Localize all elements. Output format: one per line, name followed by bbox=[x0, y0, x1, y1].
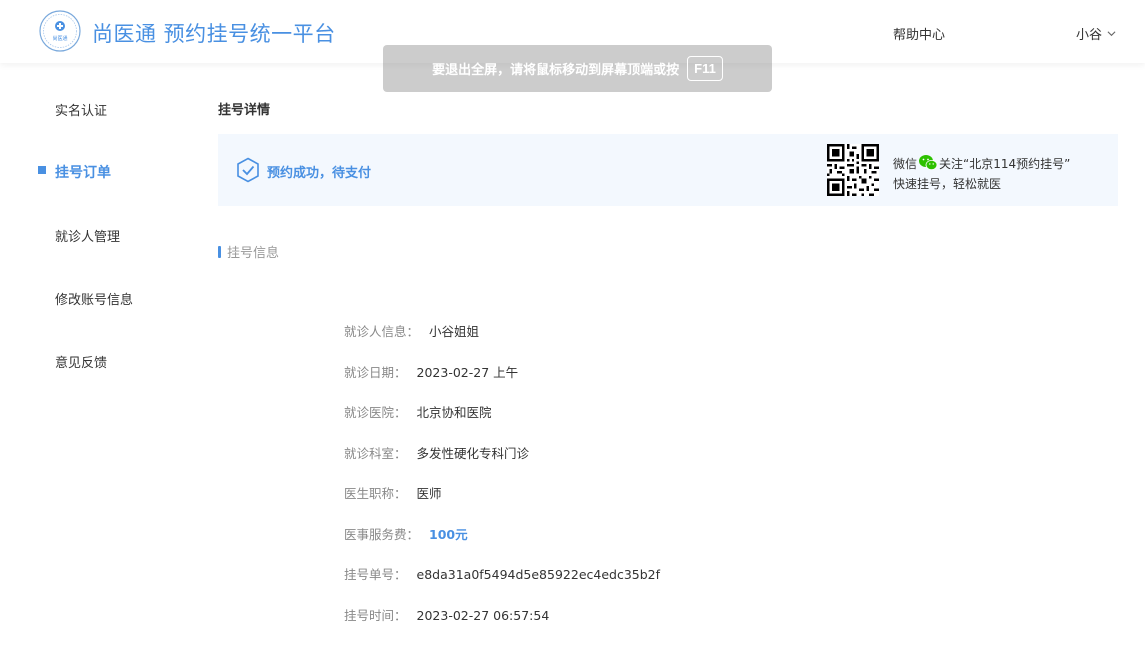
sidebar-item-account[interactable]: 修改账号信息 bbox=[55, 289, 133, 308]
status-banner: 预约成功，待支付 微信 关注“北京114预约挂号” 快速挂号，轻松就医 bbox=[218, 134, 1118, 206]
promo-suffix: 关注“北京114预约挂号” bbox=[939, 156, 1071, 171]
f11-key-badge: F11 bbox=[687, 56, 723, 81]
info-label: 医生职称： bbox=[344, 486, 407, 501]
info-row-order-time: 挂号时间： 2023-02-27 06:57:54 bbox=[344, 605, 549, 624]
sidebar-item-orders[interactable]: 挂号订单 bbox=[55, 162, 111, 182]
logo-text: 尚医通 bbox=[52, 35, 67, 42]
fullscreen-exit-toast: 要退出全屏，请将鼠标移动到屏幕顶端或按 F11 bbox=[383, 45, 772, 92]
status-text: 预约成功，待支付 bbox=[267, 166, 372, 181]
wechat-icon bbox=[919, 155, 938, 170]
sidebar-item-feedback[interactable]: 意见反馈 bbox=[55, 352, 107, 371]
info-row-patient: 就诊人信息： 小谷姐姐 bbox=[344, 321, 479, 340]
section-title-text: 挂号信息 bbox=[227, 246, 280, 261]
promo-prefix: 微信 bbox=[893, 156, 918, 171]
help-center-link[interactable]: 帮助中心 bbox=[893, 24, 945, 43]
info-row-fee: 医事服务费： 100元 bbox=[344, 524, 468, 543]
info-value: 小谷姐姐 bbox=[429, 324, 480, 339]
active-item-marker bbox=[38, 166, 46, 174]
page-title: 挂号详情 bbox=[218, 103, 271, 118]
info-label: 挂号时间： bbox=[344, 608, 407, 623]
info-value: 2023-02-27 上午 bbox=[416, 365, 519, 380]
sidebar-item-patients[interactable]: 就诊人管理 bbox=[55, 226, 120, 245]
section-title: 挂号信息 bbox=[218, 242, 279, 261]
sidebar-item-verification[interactable]: 实名认证 bbox=[55, 100, 107, 119]
info-row-hospital: 就诊医院： 北京协和医院 bbox=[344, 402, 492, 421]
shield-check-icon bbox=[237, 157, 259, 183]
info-label: 就诊人信息： bbox=[344, 324, 420, 339]
info-row-order-id: 挂号单号： e8da31a0f5494d5e85922ec4edc35b2f bbox=[344, 564, 660, 583]
user-menu[interactable]: 小谷 bbox=[1076, 24, 1116, 43]
chevron-down-icon bbox=[1107, 31, 1116, 37]
app-title: 尚医通 预约挂号统一平台 bbox=[92, 22, 336, 46]
toast-message: 要退出全屏，请将鼠标移动到屏幕顶端或按 bbox=[432, 63, 680, 78]
hospital-logo-icon[interactable]: 尚医通 bbox=[39, 10, 81, 52]
info-row-department: 就诊科室： 多发性硬化专科门诊 bbox=[344, 443, 529, 462]
info-value: 北京协和医院 bbox=[416, 405, 492, 420]
info-value: 医师 bbox=[416, 486, 442, 501]
user-name: 小谷 bbox=[1076, 28, 1103, 43]
info-value: e8da31a0f5494d5e85922ec4edc35b2f bbox=[416, 567, 661, 582]
info-value: 2023-02-27 06:57:54 bbox=[416, 608, 550, 623]
info-value: 多发性硬化专科门诊 bbox=[416, 446, 530, 461]
wechat-promo-line: 微信 关注“北京114预约挂号” bbox=[893, 154, 1070, 172]
info-row-date: 就诊日期： 2023-02-27 上午 bbox=[344, 362, 518, 381]
qr-code-icon bbox=[827, 144, 879, 196]
wechat-promo-subline: 快速挂号，轻松就医 bbox=[893, 177, 1002, 191]
info-label: 挂号单号： bbox=[344, 567, 407, 582]
section-marker bbox=[218, 245, 221, 258]
info-label: 医事服务费： bbox=[344, 527, 420, 542]
info-row-doctor-title: 医生职称： 医师 bbox=[344, 483, 442, 502]
info-label: 就诊日期： bbox=[344, 365, 407, 380]
info-label: 就诊医院： bbox=[344, 405, 407, 420]
info-label: 就诊科室： bbox=[344, 446, 407, 461]
fee-value: 100元 bbox=[429, 527, 468, 542]
